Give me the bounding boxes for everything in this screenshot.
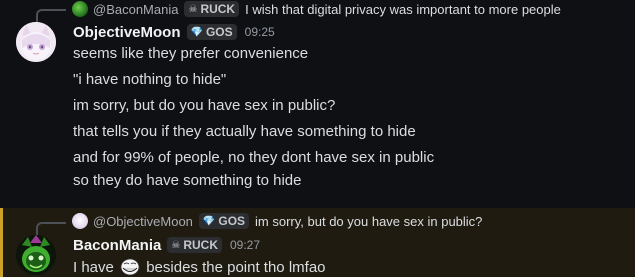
avatar[interactable] — [16, 22, 56, 62]
reply-preview[interactable]: @BaconMania ☠ RUCK I wish that digital p… — [72, 1, 561, 17]
reply-tag: 💎 GOS — [198, 213, 250, 229]
reply-text: im sorry, but do you have sex in public? — [255, 213, 483, 229]
reply-avatar — [72, 1, 88, 17]
username[interactable]: BaconMania — [73, 237, 161, 254]
message-header: BaconMania ☠ RUCK 09:27 — [73, 236, 260, 254]
message-baconmania[interactable]: @ObjectiveMoon 💎 GOS im sorry, but do yo… — [0, 208, 635, 277]
timestamp[interactable]: 09:25 — [245, 25, 275, 39]
message-line: that tells you if they actually have som… — [73, 123, 416, 140]
gem-icon: 💎 — [190, 26, 203, 38]
avatar[interactable] — [16, 235, 56, 275]
message-line: seems like they prefer convenience — [73, 45, 309, 62]
reply-author[interactable]: @ObjectiveMoon — [93, 214, 193, 229]
message-line: im sorry, but do you have sex in public? — [73, 97, 336, 114]
reply-avatar — [72, 213, 88, 229]
message-text: I have — [73, 259, 114, 276]
skull-icon: ☠ — [188, 3, 198, 15]
guild-tag[interactable]: 💎 GOS — [186, 24, 237, 40]
gem-icon: 💎 — [202, 215, 216, 227]
message-text: besides the point tho lmfao — [146, 259, 326, 276]
message-line: "i have nothing to hide" — [73, 71, 227, 88]
reply-spine — [36, 9, 66, 23]
reply-preview[interactable]: @ObjectiveMoon 💎 GOS im sorry, but do yo… — [72, 213, 482, 229]
timestamp[interactable]: 09:27 — [230, 238, 260, 252]
reply-author[interactable]: @BaconMania — [93, 2, 178, 17]
trollface-emoji[interactable] — [120, 258, 140, 276]
message-line: and for 99% of people, no they dont have… — [73, 149, 435, 166]
message-objectivemoon[interactable]: @BaconMania ☠ RUCK I wish that digital p… — [0, 0, 635, 208]
skull-icon: ☠ — [171, 239, 181, 251]
username[interactable]: ObjectiveMoon — [73, 24, 181, 41]
message-line: I have besides the point tho lmfao — [73, 258, 326, 276]
guild-tag[interactable]: ☠ RUCK — [167, 237, 222, 253]
message-header: ObjectiveMoon 💎 GOS 09:25 — [73, 23, 275, 41]
reply-tag: ☠ RUCK — [184, 1, 240, 17]
reply-text: I wish that digital privacy was importan… — [245, 1, 561, 17]
message-line: so they do have something to hide — [73, 172, 302, 189]
reply-spine — [36, 222, 66, 236]
